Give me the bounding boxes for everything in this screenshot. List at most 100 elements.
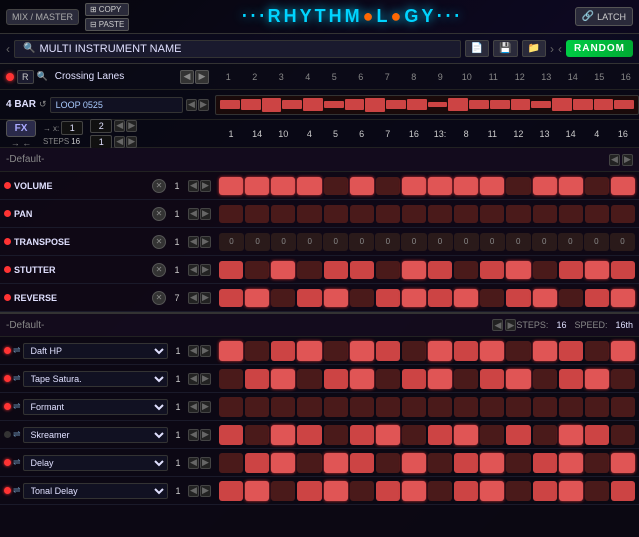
sk-pad-7[interactable]: [376, 425, 400, 445]
pan-pad-4[interactable]: [297, 205, 321, 223]
formant-next[interactable]: ▶: [200, 401, 211, 413]
instrument-folder-button[interactable]: 📁: [522, 40, 546, 57]
formant-select[interactable]: Formant: [23, 399, 168, 415]
dl-pad-9[interactable]: [428, 453, 452, 473]
rv-pad-11[interactable]: [480, 289, 504, 307]
td-pad-3[interactable]: [271, 481, 295, 501]
fm-pad-16[interactable]: [611, 397, 635, 417]
loop-next[interactable]: ▶: [198, 99, 209, 111]
td-pad-6[interactable]: [350, 481, 374, 501]
sk-pad-16[interactable]: [611, 425, 635, 445]
td-pad-12[interactable]: [506, 481, 530, 501]
tp-pad-6[interactable]: 0: [349, 233, 374, 251]
dafthp-select[interactable]: Daft HP: [23, 343, 168, 359]
tp-pad-5[interactable]: 0: [323, 233, 348, 251]
dl-pad-15[interactable]: [585, 453, 609, 473]
dhp-pad-6[interactable]: [350, 341, 374, 361]
volume-prev[interactable]: ◀: [188, 180, 199, 192]
st-pad-6[interactable]: [350, 261, 374, 279]
tp2-pad-5[interactable]: [324, 369, 348, 389]
pan-x-button[interactable]: ✕: [152, 207, 166, 221]
tp2-pad-15[interactable]: [585, 369, 609, 389]
vol-pad-6[interactable]: [350, 177, 374, 195]
pan-pad-6[interactable]: [350, 205, 374, 223]
volume-next[interactable]: ▶: [200, 180, 211, 192]
fx-prev-2[interactable]: ◀: [114, 136, 125, 148]
reverse-next[interactable]: ▶: [200, 292, 211, 304]
st-pad-7[interactable]: [376, 261, 400, 279]
pan-next[interactable]: ▶: [200, 208, 211, 220]
dl-pad-3[interactable]: [271, 453, 295, 473]
st-pad-14[interactable]: [559, 261, 583, 279]
fm-pad-5[interactable]: [324, 397, 348, 417]
stutter-x-button[interactable]: ✕: [152, 263, 166, 277]
rv-pad-8[interactable]: [402, 289, 426, 307]
skreamer-select[interactable]: Skreamer: [23, 427, 168, 443]
fm-pad-10[interactable]: [454, 397, 478, 417]
sk-pad-14[interactable]: [559, 425, 583, 445]
dhp-pad-9[interactable]: [428, 341, 452, 361]
copy-button[interactable]: ⊞ COPY: [85, 3, 129, 16]
fm-pad-14[interactable]: [559, 397, 583, 417]
td-pad-4[interactable]: [297, 481, 321, 501]
sk-pad-8[interactable]: [402, 425, 426, 445]
section-2-prev[interactable]: ◀: [492, 319, 503, 331]
fx-next-1[interactable]: ▶: [126, 120, 137, 132]
st-pad-11[interactable]: [480, 261, 504, 279]
tp2-pad-13[interactable]: [533, 369, 557, 389]
st-pad-3[interactable]: [271, 261, 295, 279]
dhp-pad-15[interactable]: [585, 341, 609, 361]
td-pad-1[interactable]: [219, 481, 243, 501]
td-pad-8[interactable]: [402, 481, 426, 501]
sk-pad-1[interactable]: [219, 425, 243, 445]
dhp-pad-10[interactable]: [454, 341, 478, 361]
tp2-pad-6[interactable]: [350, 369, 374, 389]
fm-pad-15[interactable]: [585, 397, 609, 417]
pan-pad-5[interactable]: [324, 205, 348, 223]
dl-pad-13[interactable]: [533, 453, 557, 473]
fm-pad-11[interactable]: [480, 397, 504, 417]
sk-pad-3[interactable]: [271, 425, 295, 445]
dhp-pad-1[interactable]: [219, 341, 243, 361]
rv-pad-10[interactable]: [454, 289, 478, 307]
dl-pad-1[interactable]: [219, 453, 243, 473]
tp-pad-14[interactable]: 0: [558, 233, 583, 251]
st-pad-9[interactable]: [428, 261, 452, 279]
pan-pad-2[interactable]: [245, 205, 269, 223]
td-pad-14[interactable]: [559, 481, 583, 501]
vol-pad-16[interactable]: [611, 177, 635, 195]
td-pad-9[interactable]: [428, 481, 452, 501]
paste-button[interactable]: ⊟ PASTE: [85, 18, 129, 31]
r-button[interactable]: R: [17, 70, 34, 84]
pan-pad-8[interactable]: [402, 205, 426, 223]
st-pad-15[interactable]: [585, 261, 609, 279]
tp-pad-12[interactable]: 0: [506, 233, 531, 251]
dhp-pad-3[interactable]: [271, 341, 295, 361]
dl-pad-16[interactable]: [611, 453, 635, 473]
tp-pad-2[interactable]: 0: [245, 233, 270, 251]
tp2-pad-3[interactable]: [271, 369, 295, 389]
tp2-pad-7[interactable]: [376, 369, 400, 389]
td-pad-15[interactable]: [585, 481, 609, 501]
tp-pad-9[interactable]: 0: [428, 233, 453, 251]
tp-pad-7[interactable]: 0: [375, 233, 400, 251]
vol-pad-2[interactable]: [245, 177, 269, 195]
dhp-pad-13[interactable]: [533, 341, 557, 361]
sk-pad-5[interactable]: [324, 425, 348, 445]
vol-pad-9[interactable]: [428, 177, 452, 195]
fm-pad-12[interactable]: [506, 397, 530, 417]
tp-pad-1[interactable]: 0: [219, 233, 244, 251]
tp-pad-4[interactable]: 0: [297, 233, 322, 251]
st-pad-8[interactable]: [402, 261, 426, 279]
pan-pad-13[interactable]: [533, 205, 557, 223]
pan-pad-16[interactable]: [611, 205, 635, 223]
sk-pad-6[interactable]: [350, 425, 374, 445]
delay-select[interactable]: Delay: [23, 455, 168, 471]
sk-pad-13[interactable]: [533, 425, 557, 445]
sk-pad-15[interactable]: [585, 425, 609, 445]
stutter-next[interactable]: ▶: [200, 264, 211, 276]
preset-next-arrow[interactable]: ▶: [195, 70, 209, 84]
vol-pad-3[interactable]: [271, 177, 295, 195]
vol-pad-15[interactable]: [585, 177, 609, 195]
delay-prev[interactable]: ◀: [188, 457, 199, 469]
